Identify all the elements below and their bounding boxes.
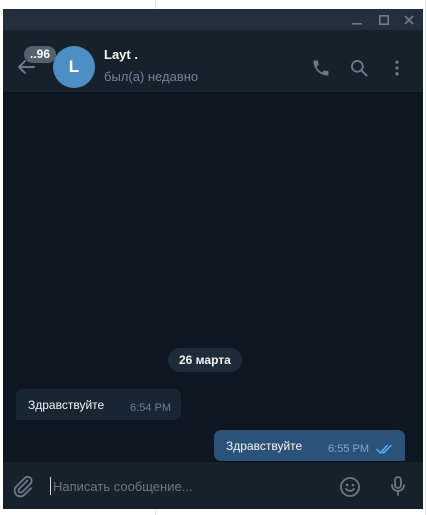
emoji-button[interactable] [338, 475, 362, 499]
message-text: Здравствуйте [226, 439, 303, 453]
message-input[interactable] [53, 477, 323, 495]
smile-icon [340, 477, 360, 497]
search-icon [351, 59, 368, 77]
chat-title[interactable]: Layt . [104, 47, 138, 62]
search-button[interactable] [348, 57, 370, 79]
maximize-icon [379, 14, 389, 25]
outgoing-message[interactable]: Здравствуйте 6:55 PM [214, 430, 405, 461]
message-time: 6:55 PM [328, 443, 369, 455]
avatar[interactable]: L [53, 46, 95, 88]
composer [3, 461, 423, 509]
maximize-button[interactable] [372, 9, 396, 30]
chat-header: ..96 L Layt . был(а) недавно [3, 30, 423, 93]
message-list[interactable]: 26 марта Здравствуйте 6:54 PM Здравствуй… [3, 93, 423, 461]
attach-button[interactable] [11, 474, 35, 498]
microphone-icon [391, 476, 405, 496]
minimize-icon [352, 22, 362, 25]
close-icon [404, 14, 414, 25]
message-text: Здравствуйте [28, 398, 105, 412]
paperclip-icon [13, 475, 33, 498]
text-cursor [50, 477, 51, 495]
voice-message-button[interactable] [386, 474, 410, 498]
call-button[interactable] [310, 57, 332, 79]
more-vertical-icon [395, 60, 399, 76]
telegram-window: ..96 L Layt . был(а) недавно 26 марта Зд… [3, 9, 423, 509]
window-titlebar [3, 9, 423, 30]
date-separator: 26 марта [168, 348, 242, 372]
more-button[interactable] [386, 57, 408, 79]
unread-badge: ..96 [24, 46, 57, 63]
close-window-button[interactable] [397, 9, 421, 30]
chat-status: был(а) недавно [104, 69, 199, 84]
phone-icon [313, 60, 329, 76]
background-divider [425, 0, 426, 515]
message-time: 6:54 PM [130, 402, 171, 414]
incoming-message[interactable]: Здравствуйте 6:54 PM [16, 389, 181, 420]
double-check-icon [376, 444, 392, 454]
minimize-button[interactable] [345, 9, 369, 30]
